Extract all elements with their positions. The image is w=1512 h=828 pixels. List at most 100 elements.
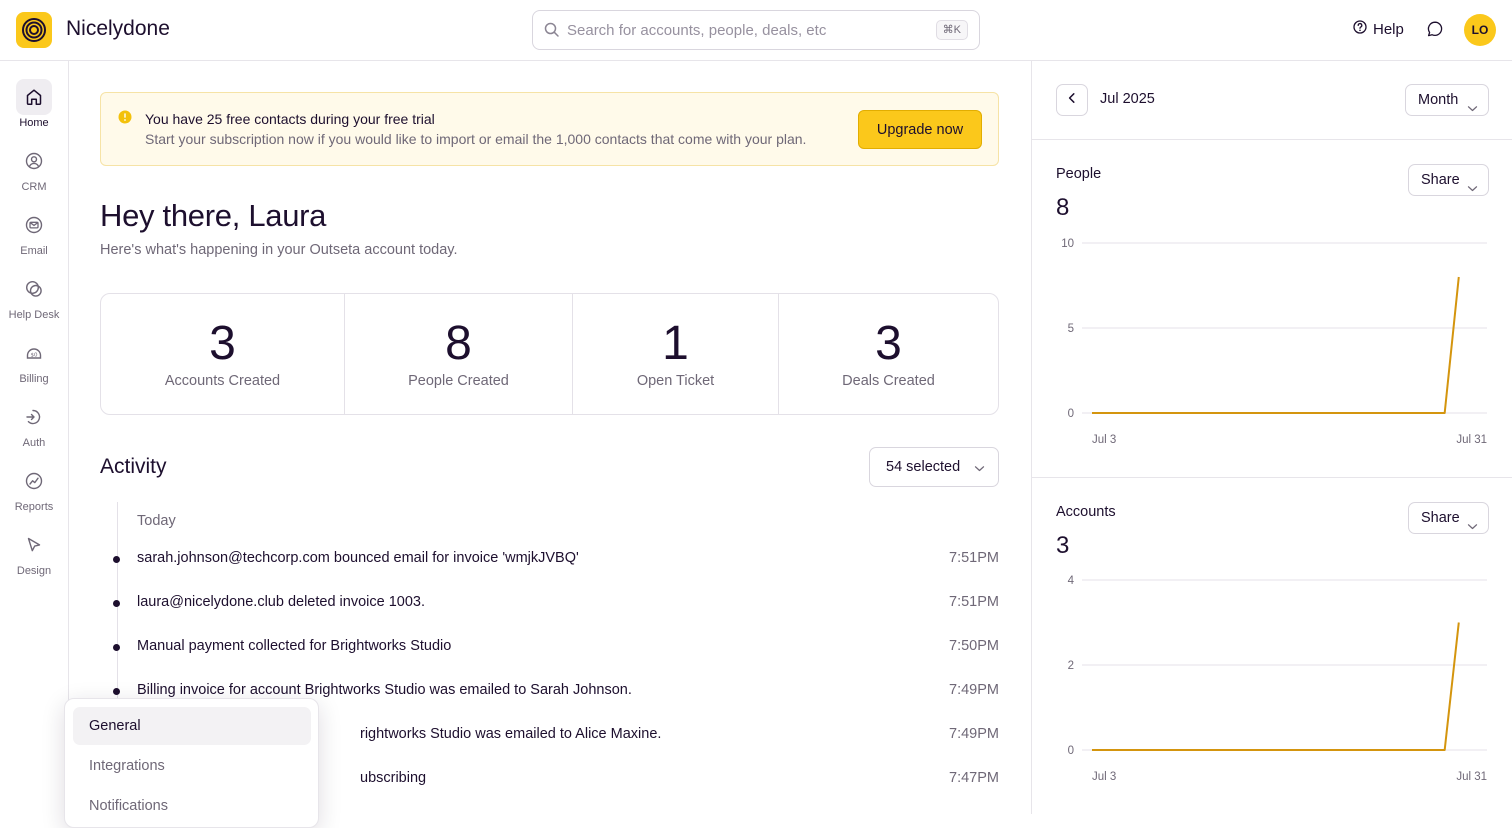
people-share-dropdown[interactable]: Share	[1408, 164, 1489, 196]
people-chart-x-tick-label: Jul 3	[1092, 434, 1116, 446]
stat-label: People Created	[408, 373, 509, 389]
sidebar: Home CRM Email Help Desk $0 Billing Auth	[0, 61, 69, 814]
period-label: Jul 2025	[1100, 91, 1155, 107]
stat-deals-created[interactable]: 3 Deals Created	[779, 294, 998, 414]
menu-item-integrations[interactable]: Integrations	[73, 747, 311, 785]
right-panel: Jul 2025 Month People 8 Share 0 5 10 Jul 3 J…	[1031, 61, 1512, 814]
trial-banner: You have 25 free contacts during your fr…	[100, 92, 999, 166]
activity-item[interactable]: laura@nicelydone.club deleted invoice 10…	[112, 594, 999, 616]
timeline-dot	[113, 644, 120, 651]
sidebar-item-label: Email	[20, 245, 48, 257]
help-link[interactable]: Help	[1353, 20, 1404, 38]
sidebar-item-label: Home	[19, 117, 49, 129]
previous-period-button[interactable]	[1056, 84, 1088, 116]
chevron-left-icon	[1066, 91, 1078, 109]
sidebar-item-label: CRM	[21, 181, 47, 193]
people-total: 8	[1056, 194, 1070, 221]
chevron-down-icon	[974, 462, 985, 478]
share-label: Share	[1421, 172, 1460, 188]
sidebar-item-crm[interactable]: CRM	[0, 143, 68, 203]
stat-value: 3	[875, 317, 902, 370]
page-subtitle: Here's what's happening in your Outseta …	[100, 242, 458, 258]
accounts-line-chart: 0 2 4 Jul 3 Jul 31	[1068, 575, 1487, 783]
avatar[interactable]: LO	[1464, 14, 1496, 46]
activity-text: sarah.johnson@techcorp.com bounced email…	[137, 550, 579, 566]
people-chart-y-tick-label: 0	[1068, 408, 1074, 420]
sidebar-item-help-desk[interactable]: Help Desk	[0, 271, 68, 331]
sidebar-item-label: Design	[16, 565, 52, 577]
page-title: Hey there, Laura	[100, 198, 327, 233]
activity-filter-dropdown[interactable]: 54 selected	[869, 447, 999, 487]
email-icon	[16, 207, 52, 243]
menu-item-general[interactable]: General	[73, 707, 311, 745]
activity-time: 7:51PM	[949, 594, 999, 610]
chat-icon[interactable]	[1426, 20, 1444, 43]
accounts-chart-x-tick-label: Jul 3	[1092, 771, 1116, 783]
accounts-total: 3	[1056, 532, 1070, 559]
accounts-chart-series-line	[1092, 622, 1460, 751]
home-icon	[16, 79, 52, 115]
accounts-chart-y-tick-label: 0	[1068, 745, 1074, 757]
divider	[1032, 477, 1512, 478]
stat-value: 8	[445, 317, 472, 370]
sidebar-item-billing[interactable]: $0 Billing	[0, 335, 68, 395]
upgrade-button[interactable]: Upgrade now	[858, 110, 982, 149]
activity-filter-value: 54 selected	[886, 459, 961, 475]
activity-time: 7:47PM	[949, 770, 999, 786]
help-circle-icon	[1353, 20, 1367, 38]
app-name: Nicelydone	[66, 17, 170, 40]
people-chart-x-tick-label: Jul 31	[1456, 434, 1487, 446]
search-input[interactable]	[567, 19, 927, 41]
banner-text: Start your subscription now if you would…	[145, 131, 807, 147]
activity-time: 7:50PM	[949, 638, 999, 654]
stat-people-created[interactable]: 8 People Created	[345, 294, 573, 414]
billing-icon: $0	[16, 335, 52, 371]
people-chart-y-tick-label: 5	[1068, 323, 1074, 335]
stat-open-ticket[interactable]: 1 Open Ticket	[573, 294, 779, 414]
accounts-share-dropdown[interactable]: Share	[1408, 502, 1489, 534]
settings-popover: General Integrations Notifications	[64, 698, 319, 828]
activity-item[interactable]: sarah.johnson@techcorp.com bounced email…	[112, 550, 999, 572]
reports-icon	[16, 463, 52, 499]
stat-value: 1	[662, 317, 689, 370]
activity-time: 7:49PM	[949, 726, 999, 742]
search-box[interactable]: ⌘K	[532, 10, 980, 50]
accounts-chart-title: Accounts	[1056, 504, 1116, 520]
stat-label: Open Ticket	[636, 373, 715, 389]
activity-text: Billing invoice for account Brightworks …	[137, 682, 632, 698]
chevron-down-icon	[1467, 95, 1478, 125]
chevron-down-icon	[1467, 513, 1478, 543]
chevron-down-icon	[1467, 175, 1478, 205]
accounts-chart-y-tick-label: 4	[1068, 575, 1075, 587]
activity-time: 7:51PM	[949, 550, 999, 566]
auth-icon	[16, 399, 52, 435]
activity-title: Activity	[100, 455, 167, 478]
activity-text: ubscribing	[360, 770, 427, 786]
people-chart-series-line	[1092, 276, 1460, 414]
menu-item-notifications[interactable]: Notifications	[73, 787, 311, 825]
timeline-dot	[113, 600, 120, 607]
sidebar-item-auth[interactable]: Auth	[0, 399, 68, 459]
granularity-dropdown[interactable]: Month	[1405, 84, 1489, 116]
activity-item[interactable]: Manual payment collected for Brightworks…	[112, 638, 999, 660]
sidebar-item-email[interactable]: Email	[0, 207, 68, 267]
stat-accounts-created[interactable]: 3 Accounts Created	[101, 294, 345, 414]
help-label: Help	[1373, 20, 1404, 38]
crm-icon	[16, 143, 52, 179]
logo-icon[interactable]	[16, 12, 52, 48]
design-icon	[16, 527, 52, 563]
activity-text: rightworks Studio was emailed to Alice M…	[360, 726, 662, 742]
help-desk-icon	[16, 271, 52, 307]
accounts-chart-x-tick-label: Jul 31	[1456, 771, 1487, 783]
granularity-value: Month	[1418, 92, 1459, 108]
activity-text: laura@nicelydone.club deleted invoice 10…	[137, 594, 425, 610]
svg-text:$0: $0	[31, 352, 38, 358]
people-line-chart: 0 5 10 Jul 3 Jul 31	[1061, 238, 1487, 446]
sidebar-item-design[interactable]: Design	[0, 527, 68, 587]
search-shortcut: ⌘K	[935, 20, 968, 40]
sidebar-item-reports[interactable]: Reports	[0, 463, 68, 523]
sidebar-item-label: Billing	[19, 373, 49, 385]
sidebar-item-home[interactable]: Home	[0, 79, 68, 139]
accounts-chart-y-tick-label: 2	[1068, 660, 1074, 672]
sidebar-item-label: Help Desk	[8, 309, 60, 321]
